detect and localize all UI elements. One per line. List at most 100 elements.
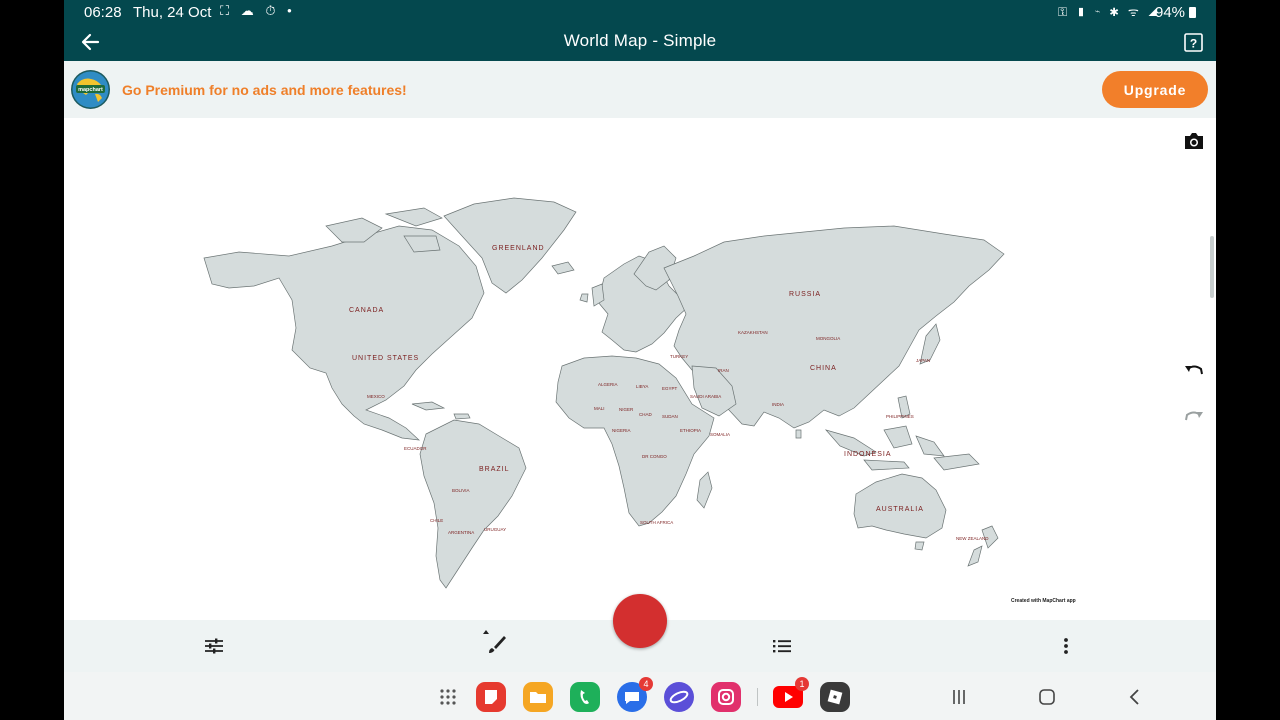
label-mali: MALI — [594, 406, 605, 411]
screenshot-button[interactable] — [1182, 130, 1206, 152]
label-japan: JAPAN — [916, 358, 930, 363]
status-date: Thu, 24 Oct — [133, 4, 212, 21]
home-button[interactable] — [1034, 685, 1060, 709]
recent-apps-button[interactable] — [946, 685, 972, 709]
label-saudi-arabia: SAUDI ARABIA — [690, 394, 721, 399]
folder-icon — [530, 692, 546, 703]
internet-app[interactable] — [664, 682, 694, 712]
map-canvas[interactable]: GREENLAND CANADA UNITED STATES MEXICO EC… — [64, 118, 1216, 620]
messages-app[interactable]: 4 — [617, 677, 653, 712]
label-brazil: BRAZIL — [479, 466, 510, 473]
label-dr-congo: DR CONGO — [642, 454, 667, 459]
world-map[interactable]: GREENLAND CANADA UNITED STATES MEXICO EC… — [64, 118, 1216, 620]
africa-landmass[interactable] — [555, 355, 715, 527]
brush-icon — [483, 630, 506, 653]
redo-button[interactable] — [1182, 407, 1206, 427]
upgrade-button[interactable]: Upgrade — [1102, 71, 1208, 108]
logo-text: mapchart — [78, 87, 103, 93]
label-chile: CHILE — [430, 518, 443, 523]
camera-icon — [1185, 133, 1203, 149]
phone-app[interactable] — [570, 682, 600, 712]
status-time: 06:28 — [84, 4, 122, 21]
more-options-button[interactable] — [1052, 632, 1080, 660]
label-china: CHINA — [810, 365, 837, 372]
label-ecuador: ECUADOR — [404, 446, 427, 451]
app-top-bar: 06:28 Thu, 24 Oct ⛶ ☁ ⏱ • ⚿ ▮ ⌁ ✱ ᯤ ◢ 94… — [64, 0, 1216, 61]
label-mongolia: MONGOLIA — [816, 336, 840, 341]
undo-icon — [1185, 365, 1203, 375]
label-ethiopia: ETHIOPIA — [680, 428, 701, 433]
caribbean-islands[interactable] — [411, 401, 471, 420]
undo-button[interactable] — [1182, 361, 1206, 381]
label-argentina: ARGENTINA — [448, 530, 474, 535]
chevron-left-icon — [1129, 689, 1139, 705]
svg-text:?: ? — [1190, 37, 1197, 51]
label-niger: NIGER — [619, 407, 634, 412]
battery-icon — [1189, 7, 1196, 18]
samsung-notes-app[interactable] — [476, 682, 506, 712]
internet-icon — [669, 690, 689, 704]
settings-button[interactable] — [200, 632, 228, 660]
battery-percentage: 94% — [1155, 4, 1186, 21]
label-india: INDIA — [772, 402, 784, 407]
phone-icon — [580, 690, 589, 704]
status-notification-icons: ⛶ ☁ ⏱ • — [220, 3, 296, 18]
label-philippines: PHILIPPINES — [886, 414, 914, 419]
sliders-icon — [205, 638, 223, 654]
label-greenland: GREENLAND — [492, 245, 545, 252]
label-sudan: SUDAN — [662, 414, 678, 419]
nav-back-button[interactable] — [1122, 685, 1148, 709]
label-united-states: UNITED STATES — [352, 355, 419, 362]
label-kazakhstan: KAZAKHSTAN — [738, 330, 768, 335]
redo-icon — [1185, 411, 1203, 421]
help-box-icon: ? — [1184, 33, 1203, 52]
page-title: World Map - Simple — [563, 31, 717, 50]
notes-icon — [485, 690, 497, 704]
list-icon — [773, 640, 791, 653]
premium-banner-text: Go Premium for no ads and more features! — [122, 82, 407, 98]
iceland[interactable] — [551, 261, 575, 275]
sri-lanka[interactable] — [795, 429, 802, 439]
list-button[interactable] — [768, 632, 796, 660]
instagram-icon — [718, 689, 734, 705]
madagascar[interactable] — [696, 471, 713, 509]
label-egypt: EGYPT — [662, 386, 678, 391]
label-new-zealand: NEW ZEALAND — [956, 536, 989, 541]
label-australia: AUSTRALIA — [876, 506, 924, 513]
brush-button[interactable] — [482, 628, 510, 656]
my-files-app[interactable] — [523, 682, 553, 712]
label-turkey: TURKEY — [670, 354, 688, 359]
label-mexico: MEXICO — [367, 394, 385, 399]
record-button[interactable] — [613, 594, 667, 648]
label-chad: CHAD — [639, 412, 653, 417]
app-grid-button[interactable] — [433, 682, 463, 712]
tasmania[interactable] — [914, 541, 925, 551]
label-nigeria: NIGERIA — [612, 428, 631, 433]
status-system-icons: ⚿ ▮ ⌁ ✱ ᯤ ◢ — [1058, 5, 1161, 19]
label-iran: IRAN — [718, 368, 729, 373]
roblox-app[interactable] — [820, 682, 850, 712]
scroll-handle[interactable] — [1210, 236, 1214, 298]
label-indonesia: INDONESIA — [844, 451, 892, 458]
home-icon — [1039, 689, 1055, 705]
label-bolivia: BOLIVIA — [452, 488, 470, 493]
messages-badge: 4 — [639, 677, 653, 691]
recents-icon — [953, 690, 965, 704]
mapchart-logo: mapchart — [71, 70, 110, 109]
more-vertical-icon — [1064, 638, 1068, 654]
map-credit: Created with MapChart app — [1011, 598, 1076, 604]
instagram-app[interactable] — [711, 682, 741, 712]
system-navigation-bar: 4 1 — [64, 672, 1216, 720]
label-uruguay: URUGUAY — [484, 527, 506, 532]
new-zealand[interactable] — [967, 525, 999, 567]
help-button[interactable]: ? — [1182, 31, 1206, 55]
app-grid-icon — [440, 689, 456, 705]
youtube-badge: 1 — [795, 677, 809, 691]
dock-divider — [757, 688, 758, 706]
label-libya: LIBYA — [636, 384, 648, 389]
south-america-landmass[interactable] — [419, 419, 527, 589]
youtube-app[interactable]: 1 — [773, 677, 809, 708]
roblox-icon — [827, 689, 843, 705]
premium-banner[interactable]: mapchart Go Premium for no ads and more … — [64, 61, 1216, 118]
indonesia-islands[interactable] — [824, 425, 980, 471]
